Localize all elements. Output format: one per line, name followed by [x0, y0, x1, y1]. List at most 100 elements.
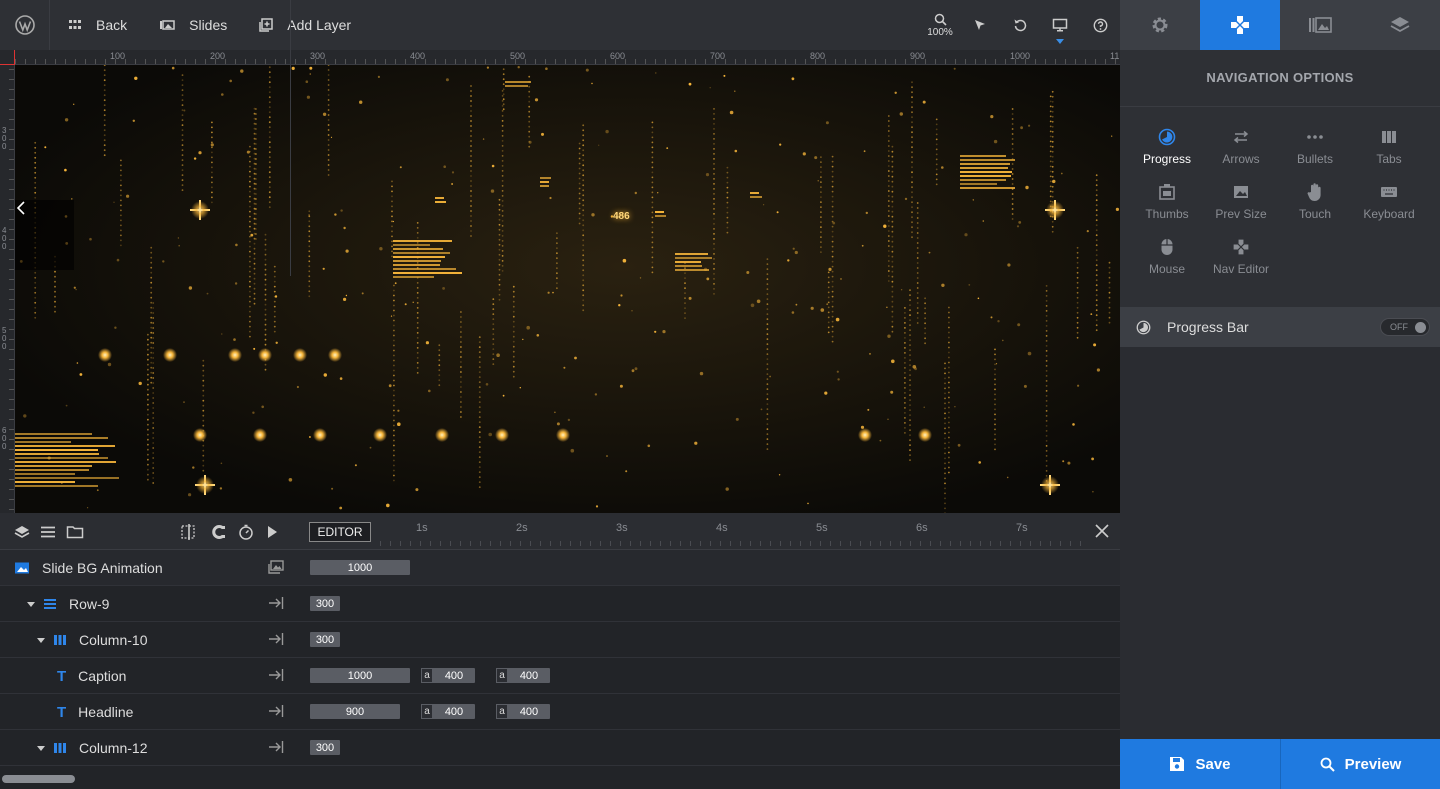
select-tool-button[interactable] — [960, 0, 1000, 50]
editor-mode-button[interactable]: EDITOR — [309, 522, 371, 542]
time-tick — [730, 541, 731, 546]
time-tick — [660, 541, 661, 546]
timeline-bar[interactable]: 300 — [310, 596, 340, 611]
time-tick — [530, 541, 531, 546]
timeline-row-slide-bg[interactable]: Slide BG Animation 1000 — [0, 550, 1120, 586]
time-tick — [690, 541, 691, 546]
tab-settings[interactable] — [1120, 0, 1200, 50]
time-tick — [870, 541, 871, 546]
ruler-label: 1000 — [1010, 51, 1031, 61]
nav-option-mouse[interactable]: Mouse — [1130, 236, 1204, 286]
nav-option-arrows[interactable]: Arrows — [1204, 126, 1278, 176]
help-button[interactable] — [1080, 0, 1120, 50]
panel-tabs — [1120, 0, 1440, 50]
caret-down-icon[interactable] — [37, 637, 45, 643]
close-timeline-button[interactable] — [1093, 522, 1111, 545]
back-button[interactable]: Back — [50, 0, 141, 50]
time-tick — [630, 541, 631, 546]
timeline-row-column-10[interactable]: Column-10 300 — [0, 622, 1120, 658]
slides-icon — [160, 20, 175, 30]
nav-option-tabs[interactable]: Tabs — [1352, 126, 1426, 176]
timeline-bar[interactable]: 300 — [310, 632, 340, 647]
zoom-control[interactable]: 100% — [920, 0, 960, 50]
preview-button[interactable]: Preview — [1280, 739, 1440, 789]
add-layer-icon — [259, 18, 274, 32]
stopwatch-icon[interactable] — [238, 524, 254, 540]
caret-down-icon[interactable] — [37, 745, 45, 751]
play-icon[interactable] — [266, 524, 278, 540]
caret-down-icon[interactable] — [27, 601, 35, 607]
divider — [1120, 106, 1440, 107]
grid-icon — [69, 20, 81, 29]
time-tick — [1000, 541, 1001, 546]
time-mark: 6s — [916, 522, 928, 534]
timeline-bar[interactable]: 1000 — [310, 560, 410, 575]
layer-name: Headline — [78, 704, 134, 720]
undo-button[interactable] — [1000, 0, 1040, 50]
tab-layers[interactable] — [1360, 0, 1440, 50]
tab-navigation[interactable] — [1200, 0, 1280, 50]
nav-option-bullets[interactable]: Bullets — [1278, 126, 1352, 176]
time-tick — [980, 541, 981, 546]
layers-icon[interactable] — [14, 524, 30, 540]
time-tick — [430, 541, 431, 546]
timeline-bar[interactable]: 1000 — [310, 668, 410, 683]
slide-canvas[interactable]: 486 — [15, 65, 1120, 513]
timeline-divider[interactable] — [290, 0, 291, 276]
time-tick — [680, 541, 681, 546]
bullets-icon — [1306, 126, 1324, 148]
magnet-icon[interactable] — [210, 524, 226, 540]
timeline-bar[interactable]: 900 — [310, 704, 400, 719]
nav-option-prev-size[interactable]: Prev Size — [1204, 181, 1278, 231]
timeline-bar[interactable]: 300 — [310, 740, 340, 755]
nav-option-progress[interactable]: Progress — [1130, 126, 1204, 176]
list-icon[interactable] — [40, 524, 56, 540]
layer-name: Caption — [78, 668, 127, 684]
time-tick — [1060, 541, 1061, 546]
time-tick — [950, 541, 951, 546]
time-tick — [610, 541, 611, 546]
nav-option-touch[interactable]: Touch — [1278, 181, 1352, 231]
time-tick — [390, 541, 391, 546]
time-tick — [750, 541, 751, 546]
timeline-row-column-12[interactable]: Column-12 300 — [0, 730, 1120, 766]
panel-title: NAVIGATION OPTIONS — [1206, 70, 1354, 85]
media-library-icon — [1309, 17, 1332, 33]
wordpress-logo-icon[interactable] — [0, 0, 50, 50]
snap-grid-icon[interactable] — [180, 523, 198, 540]
slider-prev-arrow[interactable] — [15, 200, 74, 270]
align-right-icon[interactable] — [268, 632, 284, 651]
align-right-icon[interactable] — [268, 740, 284, 759]
timeline-loop-bar[interactable]: a 400 — [496, 668, 550, 683]
time-tick — [860, 541, 861, 546]
bg-image-icon[interactable] — [268, 560, 284, 579]
align-right-icon[interactable] — [268, 596, 284, 615]
timeline-row-row-9[interactable]: Row-9 300 — [0, 586, 1120, 622]
time-tick — [580, 541, 581, 546]
device-desktop-button[interactable] — [1040, 0, 1080, 50]
progress-bar-setting[interactable]: Progress Bar OFF — [1120, 307, 1440, 347]
nav-option-nav-editor[interactable]: Nav Editor — [1204, 236, 1278, 286]
align-right-icon[interactable] — [268, 668, 284, 687]
nav-option-keyboard[interactable]: Keyboard — [1352, 181, 1426, 231]
align-right-icon[interactable] — [268, 704, 284, 723]
hand-icon — [1306, 181, 1324, 203]
add-layer-button[interactable]: Add Layer — [241, 0, 365, 50]
undo-icon — [1014, 19, 1027, 32]
timeline-loop-bar[interactable]: a 400 — [421, 704, 475, 719]
tab-slide-media[interactable] — [1280, 0, 1360, 50]
folder-icon[interactable] — [66, 524, 84, 540]
gear-icon — [1152, 17, 1168, 33]
timeline-scrollbar[interactable] — [0, 770, 1120, 789]
timeline-loop-bar[interactable]: a 400 — [421, 668, 475, 683]
progress-bar-toggle[interactable]: OFF — [1380, 318, 1430, 336]
slides-button[interactable]: Slides — [141, 0, 241, 50]
save-button[interactable]: Save — [1120, 739, 1280, 789]
timeline-row-headline[interactable]: T Headline 900 a 400 a 400 — [0, 694, 1120, 730]
timeline-row-caption[interactable]: T Caption 1000 a 400 a 400 — [0, 658, 1120, 694]
time-tick — [500, 541, 501, 546]
nav-option-thumbs[interactable]: Thumbs — [1130, 181, 1204, 231]
nav-option-label: Bullets — [1296, 152, 1334, 166]
timeline-loop-bar[interactable]: a 400 — [496, 704, 550, 719]
scrollbar-thumb[interactable] — [2, 775, 75, 783]
